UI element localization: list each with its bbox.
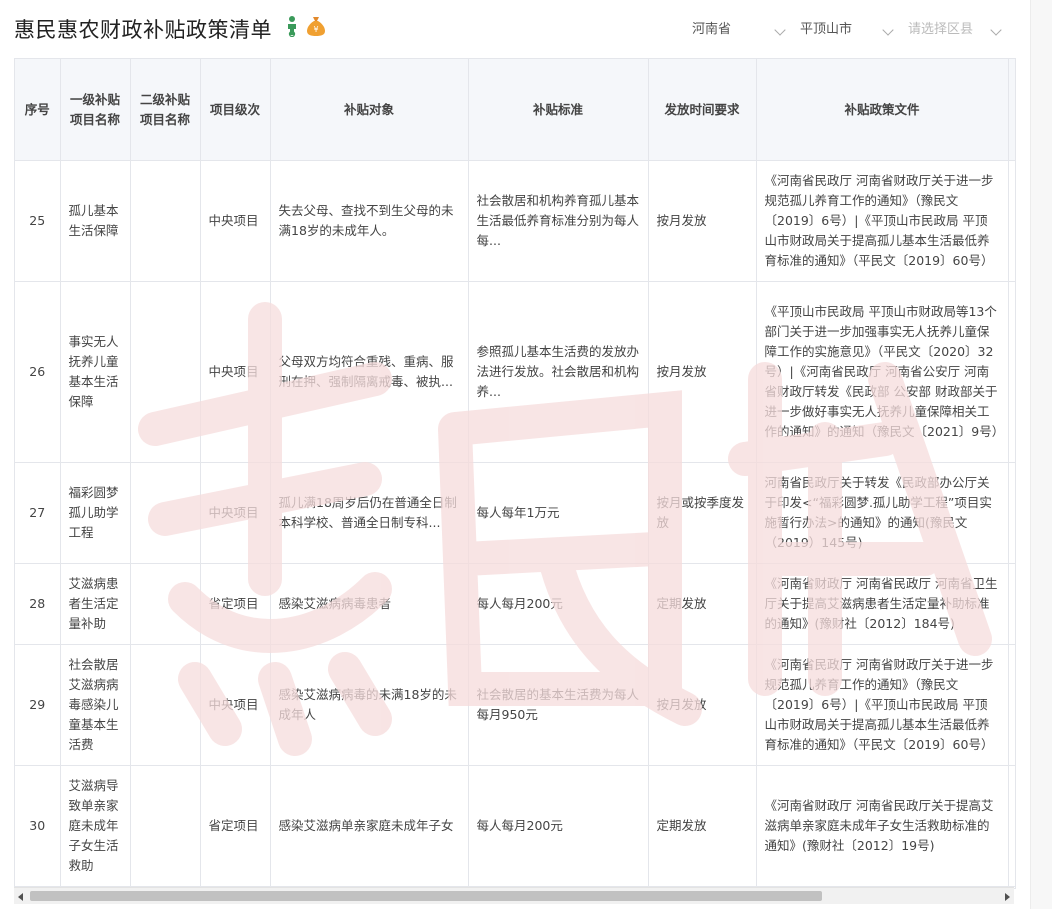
cell-target: 父母双方均符合重残、重病、服刑在押、强制隔离戒毒、被执...	[270, 281, 469, 463]
cell-policy: 《河南省民政厅 河南省财政厅关于进一步规范孤儿养育工作的通知》（豫民文〔2019…	[756, 160, 1009, 282]
cell-timing: 按月或按季度发放	[648, 462, 757, 564]
cell-extra	[1008, 462, 1015, 564]
cell-no: 30	[15, 765, 61, 887]
table-row[interactable]: 27 福彩圆梦孤儿助学工程 中央项目 孤儿满18周岁后仍在普通全日制本科学校、普…	[15, 462, 1015, 564]
page-title: 惠民惠农财政补贴政策清单	[14, 18, 272, 42]
cell-level2	[130, 644, 201, 766]
cell-target: 感染艾滋病病毒患者	[270, 563, 469, 645]
cell-level1: 艾滋病导致单亲家庭未成年子女生活救助	[60, 765, 131, 887]
cell-no: 28	[15, 563, 61, 645]
city-select-value: 平顶山市	[800, 22, 853, 37]
region-filters: 河南省 平顶山市 请选择区县	[688, 18, 1012, 42]
cell-standard: 参照孤儿基本生活费的发放办法进行发放。社会散居和机构养...	[468, 281, 649, 463]
cell-timing: 定期发放	[648, 765, 757, 887]
cell-policy: 《河南省财政厅 河南省民政厅 河南省卫生厅关于提高艾滋病患者生活定量补助标准的通…	[756, 563, 1009, 645]
cell-standard: 每人每月200元	[468, 563, 649, 645]
title-icons: ¥	[282, 15, 326, 37]
cell-standard: 社会散居的基本生活费为每人每月950元	[468, 644, 649, 766]
table-row[interactable]: 29 社会散居艾滋病病毒感染儿童基本生活费 中央项目 感染艾滋病病毒的未满18岁…	[15, 644, 1015, 766]
cell-level2	[130, 281, 201, 463]
cell-extra	[1008, 644, 1015, 766]
cell-timing: 按月发放	[648, 644, 757, 766]
cell-target: 孤儿满18周岁后仍在普通全日制本科学校、普通全日制专科...	[270, 462, 469, 564]
table-row[interactable]: 28 艾滋病患者生活定量补助 省定项目 感染艾滋病病毒患者 每人每月200元 定…	[15, 563, 1015, 645]
people-icon	[288, 16, 296, 37]
svg-text:¥: ¥	[313, 25, 318, 34]
header-extra	[1008, 59, 1015, 161]
cell-level2	[130, 765, 201, 887]
cell-policy: 《平顶山市民政局 平顶山市财政局等13个部门关于进一步加强事实无人抚养儿童保障工…	[756, 281, 1009, 463]
header-target: 补贴对象	[270, 59, 469, 161]
cell-no: 27	[15, 462, 61, 564]
vertical-scrollbar-track[interactable]	[1030, 0, 1052, 909]
county-select[interactable]: 请选择区县	[904, 18, 1012, 42]
header-standard: 补贴标准	[468, 59, 649, 161]
cell-target: 感染艾滋病单亲家庭未成年子女	[270, 765, 469, 887]
cell-policy: 河南省民政厅关于转发《民政部办公厅关于印发<“福彩圆梦.孤儿助学工程”项目实施暂…	[756, 462, 1009, 564]
cell-level1: 孤儿基本生活保障	[60, 160, 131, 282]
header-no: 序号	[15, 59, 61, 161]
cell-extra	[1008, 563, 1015, 645]
cell-no: 25	[15, 160, 61, 282]
money-bag-icon: ¥	[307, 17, 325, 36]
scrollbar-thumb[interactable]	[30, 891, 822, 901]
cell-grade: 省定项目	[200, 563, 271, 645]
cell-grade: 中央项目	[200, 160, 271, 282]
province-select-value: 河南省	[692, 22, 732, 37]
top-bar: 惠民惠农财政补贴政策清单 ¥ 河南省 平顶山市 请选择区县	[0, 0, 1052, 58]
cell-timing: 按月发放	[648, 281, 757, 463]
scroll-right-arrow-icon[interactable]	[1005, 893, 1010, 901]
cell-timing: 定期发放	[648, 563, 757, 645]
province-select[interactable]: 河南省	[688, 18, 796, 42]
horizontal-scrollbar[interactable]	[14, 887, 1014, 904]
cell-standard: 每人每年1万元	[468, 462, 649, 564]
cell-no: 26	[15, 281, 61, 463]
cell-no: 29	[15, 644, 61, 766]
cell-target: 失去父母、查找不到生父母的未满18岁的未成年人。	[270, 160, 469, 282]
cell-target: 感染艾滋病病毒的未满18岁的未成年人	[270, 644, 469, 766]
table-header-row: 序号 一级补贴项目名称 二级补贴项目名称 项目级次 补贴对象 补贴标准 发放时间…	[15, 59, 1015, 161]
cell-level2	[130, 160, 201, 282]
cell-level2	[130, 462, 201, 564]
cell-extra	[1008, 765, 1015, 887]
cell-timing: 按月发放	[648, 160, 757, 282]
policy-table-container[interactable]: 序号 一级补贴项目名称 二级补贴项目名称 项目级次 补贴对象 补贴标准 发放时间…	[14, 58, 1016, 889]
chevron-down-icon	[774, 24, 786, 36]
header-level2: 二级补贴项目名称	[130, 59, 201, 161]
county-select-placeholder: 请选择区县	[908, 22, 974, 37]
cell-extra	[1008, 160, 1015, 282]
cell-level1: 福彩圆梦孤儿助学工程	[60, 462, 131, 564]
cell-standard: 每人每月200元	[468, 765, 649, 887]
cell-grade: 中央项目	[200, 281, 271, 463]
scroll-left-arrow-icon[interactable]	[18, 893, 23, 901]
cell-grade: 中央项目	[200, 644, 271, 766]
cell-policy: 《河南省民政厅 河南省财政厅关于进一步规范孤儿养育工作的通知》（豫民文〔2019…	[756, 644, 1009, 766]
chevron-down-icon	[990, 24, 1002, 36]
chevron-down-icon	[882, 24, 894, 36]
cell-level1: 事实无人抚养儿童基本生活保障	[60, 281, 131, 463]
city-select[interactable]: 平顶山市	[796, 18, 904, 42]
header-policy: 补贴政策文件	[756, 59, 1009, 161]
table-row[interactable]: 26 事实无人抚养儿童基本生活保障 中央项目 父母双方均符合重残、重病、服刑在押…	[15, 281, 1015, 463]
policy-table: 序号 一级补贴项目名称 二级补贴项目名称 项目级次 补贴对象 补贴标准 发放时间…	[15, 59, 1015, 887]
table-row[interactable]: 30 艾滋病导致单亲家庭未成年子女生活救助 省定项目 感染艾滋病单亲家庭未成年子…	[15, 765, 1015, 887]
cell-extra	[1008, 281, 1015, 463]
header-level1: 一级补贴项目名称	[60, 59, 131, 161]
cell-level2	[130, 563, 201, 645]
cell-level1: 艾滋病患者生活定量补助	[60, 563, 131, 645]
header-timing: 发放时间要求	[648, 59, 757, 161]
cell-grade: 中央项目	[200, 462, 271, 564]
cell-level1: 社会散居艾滋病病毒感染儿童基本生活费	[60, 644, 131, 766]
cell-policy: 《河南省财政厅 河南省民政厅关于提高艾滋病单亲家庭未成年子女生活救助标准的通知》…	[756, 765, 1009, 887]
table-row[interactable]: 25 孤儿基本生活保障 中央项目 失去父母、查找不到生父母的未满18岁的未成年人…	[15, 160, 1015, 282]
cell-grade: 省定项目	[200, 765, 271, 887]
cell-standard: 社会散居和机构养育孤儿基本生活最低养育标准分别为每人每...	[468, 160, 649, 282]
header-grade: 项目级次	[200, 59, 271, 161]
